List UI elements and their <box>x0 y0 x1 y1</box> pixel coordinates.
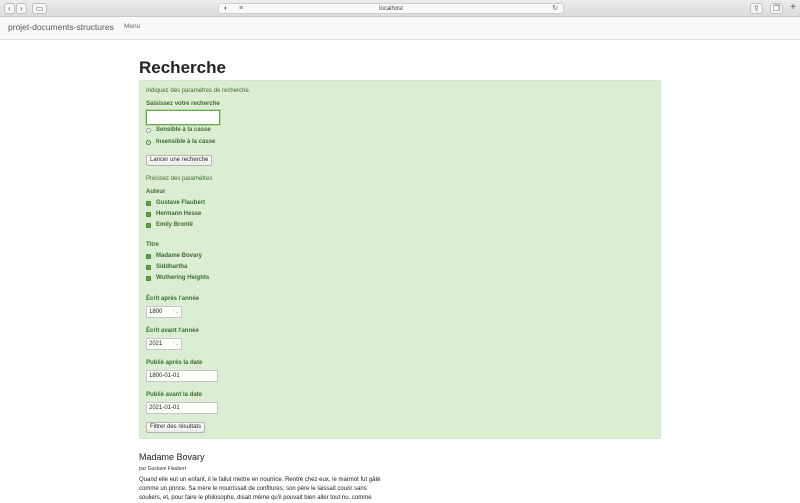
result-author: par Gustave Flaubert <box>139 466 186 472</box>
back-icon[interactable]: ‹ <box>4 3 15 14</box>
intro-text: Indiquez des paramètres de recherche. <box>146 88 251 94</box>
title-checkbox[interactable] <box>146 254 151 259</box>
title-option[interactable]: Wuthering Heights <box>156 275 209 281</box>
written-before-label: Écrit avant l'année <box>146 328 199 334</box>
result-title[interactable]: Madame Bovary <box>139 452 205 462</box>
case-insensitive-label[interactable]: Insensible à la casse <box>156 139 215 145</box>
params-hint: Précisez des paramètres <box>146 176 213 182</box>
author-option[interactable]: Emily Brontë <box>156 222 193 228</box>
search-input[interactable] <box>146 110 220 125</box>
published-after-label: Publié après la date <box>146 360 203 366</box>
url-text: localhost <box>379 6 403 12</box>
title-option[interactable]: Siddhartha <box>156 264 187 270</box>
written-after-label: Écrit après l'année <box>146 296 200 302</box>
page-title: Recherche <box>139 58 226 77</box>
published-before-label: Publié avant la date <box>146 392 203 398</box>
navbar: projet-documents-structures Menu <box>0 17 800 40</box>
author-checkbox[interactable] <box>146 212 151 217</box>
written-after-input[interactable]: 1800 <box>146 306 182 318</box>
search-label: Saisissez votre recherche <box>146 101 220 107</box>
case-sensitive-radio[interactable] <box>146 128 151 133</box>
brand-link[interactable]: projet-documents-structures <box>8 22 114 32</box>
author-label: Auteur <box>146 189 166 195</box>
title-checkbox[interactable] <box>146 276 151 281</box>
browser-toolbar: ‹ › ▭ ◐ ≡ localhost ↻ ⇪ ❐ + <box>0 0 800 17</box>
author-checkbox[interactable] <box>146 201 151 206</box>
search-button[interactable]: Lancer une recherche <box>146 155 213 166</box>
case-insensitive-radio[interactable] <box>146 140 151 145</box>
title-option[interactable]: Madame Bovary <box>156 253 202 259</box>
filter-button[interactable]: Filtrer des résultats <box>146 422 206 433</box>
new-tab-icon[interactable]: + <box>787 3 799 14</box>
author-option[interactable]: Hermann Hesse <box>156 211 201 217</box>
address-bar[interactable]: ◐ ≡ localhost ↻ <box>218 3 564 14</box>
published-before-input[interactable]: 2021-01-01 <box>146 402 218 414</box>
reload-icon[interactable]: ↻ <box>552 4 558 14</box>
share-icon[interactable]: ⇪ <box>750 3 763 14</box>
menu-link[interactable]: Menu <box>124 23 140 30</box>
published-after-input[interactable]: 1800-01-01 <box>146 370 218 382</box>
reader-icon[interactable]: ≡ <box>239 4 243 14</box>
title-checkbox[interactable] <box>146 265 151 270</box>
written-before-input[interactable]: 2021 <box>146 338 182 350</box>
search-panel: Indiquez des paramètres de recherche. Sa… <box>139 80 661 439</box>
author-option[interactable]: Gustave Flaubert <box>156 200 205 206</box>
privacy-icon[interactable]: ◐ <box>224 4 228 14</box>
forward-icon[interactable]: › <box>16 3 27 14</box>
result-excerpt: Quand elle eut un enfant, il le fallut m… <box>139 477 381 501</box>
case-sensitive-label[interactable]: Sensible à la casse <box>156 127 211 133</box>
sidebar-icon[interactable]: ▭ <box>32 3 47 14</box>
author-checkbox[interactable] <box>146 223 151 228</box>
tabs-icon[interactable]: ❐ <box>770 3 783 14</box>
title-label: Titre <box>146 242 159 248</box>
